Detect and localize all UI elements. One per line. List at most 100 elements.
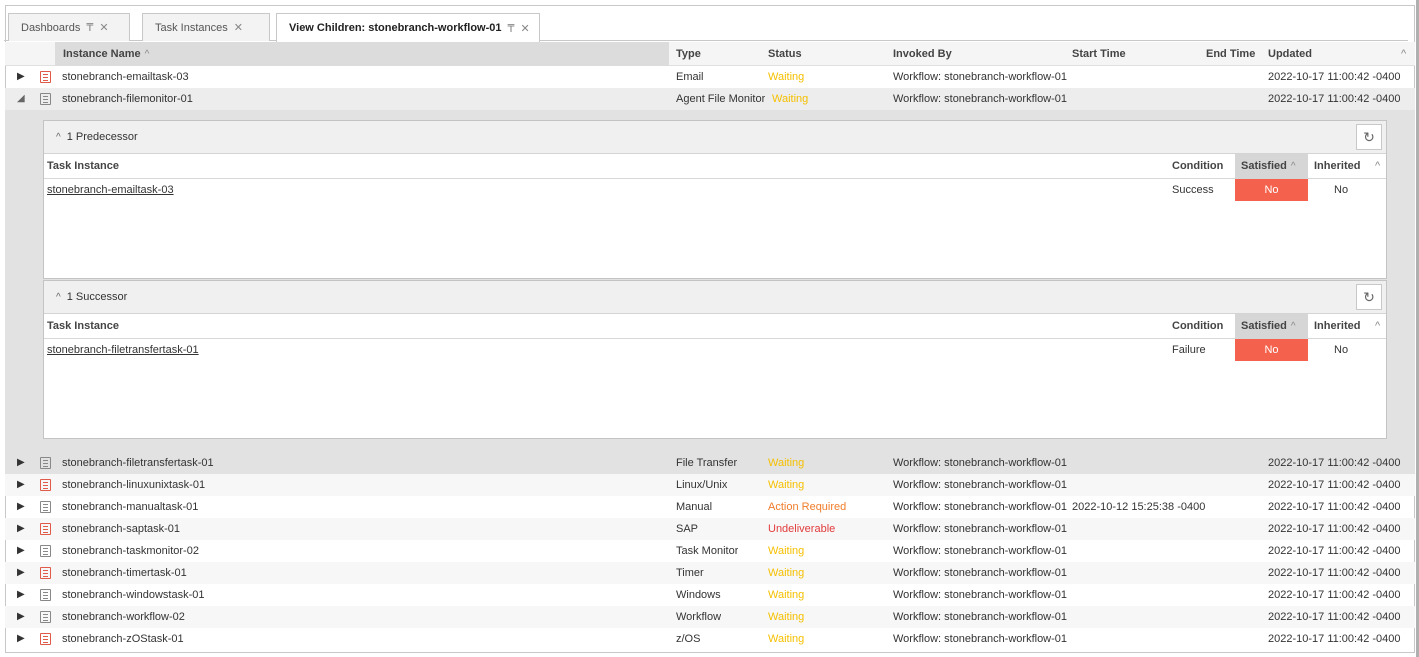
invoked-by: Workflow: stonebranch-workflow-01 bbox=[893, 589, 1068, 601]
tab-view-children[interactable]: View Children: stonebranch-workflow-01 ₸… bbox=[276, 13, 540, 44]
instance-type: SAP bbox=[676, 523, 699, 535]
pin-icon[interactable]: ₸ bbox=[508, 22, 515, 35]
column-header-inherited[interactable]: Inherited bbox=[1314, 314, 1360, 339]
triangle-right-icon[interactable]: ▶ bbox=[17, 606, 29, 628]
task-document-icon bbox=[40, 567, 51, 579]
invoked-by: Workflow: stonebranch-workflow-01 bbox=[893, 545, 1068, 557]
condition-value: Success bbox=[1172, 184, 1214, 196]
column-header-instance-name[interactable]: Instance Name ^ bbox=[55, 42, 669, 66]
updated-time: 2022-10-17 11:00:42 -0400 bbox=[1268, 523, 1401, 535]
column-header-condition[interactable]: Condition bbox=[1172, 314, 1223, 339]
triangle-right-icon[interactable]: ▶ bbox=[17, 584, 29, 606]
triangle-right-icon[interactable]: ▶ bbox=[17, 496, 29, 518]
table-row[interactable]: ▶ stonebranch-workflow-02 Workflow Waiti… bbox=[5, 606, 1415, 628]
instance-name[interactable]: stonebranch-filetransfertask-01 bbox=[62, 452, 214, 474]
caret-up-icon: ^ bbox=[144, 49, 150, 60]
successor-row[interactable]: stonebranch-filetransfertask-01 Failure … bbox=[44, 339, 1386, 361]
task-document-icon bbox=[40, 479, 51, 491]
triangle-down-icon[interactable]: ◢ bbox=[17, 88, 29, 110]
chevron-up-icon[interactable]: ^ bbox=[56, 292, 61, 303]
task-instance-link[interactable]: stonebranch-filetransfertask-01 bbox=[47, 339, 199, 361]
task-document-icon bbox=[40, 545, 51, 557]
refresh-icon[interactable]: ↻ bbox=[1356, 284, 1382, 310]
column-header-type[interactable]: Type bbox=[676, 42, 701, 66]
triangle-right-icon[interactable]: ▶ bbox=[17, 66, 29, 88]
start-time: 2022-10-12 15:25:38 -0400 bbox=[1072, 501, 1206, 513]
instance-name[interactable]: stonebranch-taskmonitor-02 bbox=[62, 540, 199, 562]
updated-time: 2022-10-17 11:00:42 -0400 bbox=[1268, 457, 1401, 469]
instance-name[interactable]: stonebranch-workflow-02 bbox=[62, 606, 185, 628]
table-row[interactable]: ▶ stonebranch-manualtask-01 Manual Actio… bbox=[5, 496, 1415, 518]
instance-type: z/OS bbox=[676, 633, 701, 645]
successor-panel-header[interactable]: ^ 1 Successor ↻ bbox=[44, 281, 1386, 314]
triangle-right-icon[interactable]: ▶ bbox=[17, 562, 29, 584]
instance-name[interactable]: stonebranch-saptask-01 bbox=[62, 518, 180, 540]
task-document-icon bbox=[40, 523, 51, 535]
instance-name[interactable]: stonebranch-linuxunixtask-01 bbox=[62, 474, 205, 496]
table-row[interactable]: ▶ stonebranch-saptask-01 SAP Undeliverab… bbox=[5, 518, 1415, 540]
instance-type: File Transfer bbox=[676, 457, 738, 469]
close-icon[interactable]: ✕ bbox=[99, 21, 108, 34]
successor-panel: ^ 1 Successor ↻ Task Instance Condition S… bbox=[43, 280, 1387, 439]
task-document-icon bbox=[40, 457, 51, 469]
column-header-updated[interactable]: Updated bbox=[1268, 42, 1312, 66]
table-row[interactable]: ▶ stonebranch-timertask-01 Timer Waiting… bbox=[5, 562, 1415, 584]
column-header-invoked-by[interactable]: Invoked By bbox=[893, 42, 952, 66]
column-header-task-instance[interactable]: Task Instance bbox=[47, 314, 119, 339]
triangle-right-icon[interactable]: ▶ bbox=[17, 474, 29, 496]
column-header-inherited[interactable]: Inherited bbox=[1314, 154, 1360, 179]
condition-value: Failure bbox=[1172, 344, 1206, 356]
predecessor-table-header: Task Instance Condition Satisfied ^ Inher… bbox=[44, 154, 1386, 179]
instance-name[interactable]: stonebranch-manualtask-01 bbox=[62, 496, 198, 518]
column-header-condition[interactable]: Condition bbox=[1172, 154, 1223, 179]
scroll-up-icon[interactable]: ^ bbox=[1401, 42, 1406, 66]
column-header-satisfied[interactable]: Satisfied ^ bbox=[1235, 154, 1308, 179]
column-header-end-time[interactable]: End Time bbox=[1206, 42, 1255, 66]
instance-name[interactable]: stonebranch-windowstask-01 bbox=[62, 584, 204, 606]
triangle-right-icon[interactable]: ▶ bbox=[17, 540, 29, 562]
scroll-up-icon[interactable]: ^ bbox=[1375, 314, 1380, 339]
satisfied-badge: No bbox=[1235, 179, 1308, 201]
instance-type: Workflow bbox=[676, 611, 722, 623]
instance-name[interactable]: stonebranch-filemonitor-01 bbox=[62, 88, 193, 110]
table-row[interactable]: ▶ stonebranch-filetransfertask-01 File T… bbox=[5, 452, 1415, 474]
refresh-icon[interactable]: ↻ bbox=[1356, 124, 1382, 150]
table-row[interactable]: ▶ stonebranch-linuxunixtask-01 Linux/Uni… bbox=[5, 474, 1415, 496]
task-document-icon bbox=[40, 611, 51, 623]
invoked-by: Workflow: stonebranch-workflow-01 bbox=[893, 611, 1068, 623]
scroll-up-icon[interactable]: ^ bbox=[1375, 154, 1380, 179]
instance-name[interactable]: stonebranch-emailtask-03 bbox=[62, 66, 189, 88]
column-header-task-instance[interactable]: Task Instance bbox=[47, 154, 119, 179]
instance-name[interactable]: stonebranch-timertask-01 bbox=[62, 562, 187, 584]
column-header-status[interactable]: Status bbox=[768, 42, 802, 66]
column-header-satisfied[interactable]: Satisfied ^ bbox=[1235, 314, 1308, 339]
column-header-start-time[interactable]: Start Time bbox=[1072, 42, 1126, 66]
table-row[interactable]: ▶ stonebranch-zOStask-01 z/OS Waiting Wo… bbox=[5, 628, 1415, 650]
task-document-icon bbox=[40, 633, 51, 645]
predecessor-row[interactable]: stonebranch-emailtask-03 Success No No bbox=[44, 179, 1386, 201]
task-document-icon bbox=[40, 501, 51, 513]
status-badge: Undeliverable bbox=[768, 523, 836, 535]
instance-name[interactable]: stonebranch-zOStask-01 bbox=[62, 628, 184, 650]
close-icon[interactable]: ✕ bbox=[521, 22, 530, 35]
tab-task-instances[interactable]: Task Instances ✕ bbox=[142, 13, 270, 41]
triangle-right-icon[interactable]: ▶ bbox=[17, 518, 29, 540]
chevron-up-icon[interactable]: ^ bbox=[56, 132, 61, 143]
status-badge: Waiting bbox=[768, 567, 805, 579]
table-row[interactable]: ▶ stonebranch-windowstask-01 Windows Wai… bbox=[5, 584, 1415, 606]
table-row[interactable]: ▶ stonebranch-emailtask-03 Email Waiting… bbox=[5, 66, 1415, 88]
triangle-right-icon[interactable]: ▶ bbox=[17, 452, 29, 474]
tab-dashboards[interactable]: Dashboards ₸ ✕ bbox=[8, 13, 130, 41]
instance-type: Timer bbox=[676, 567, 704, 579]
close-icon[interactable]: ✕ bbox=[234, 21, 243, 34]
successor-table-header: Task Instance Condition Satisfied ^ Inher… bbox=[44, 314, 1386, 339]
tab-label: View Children: stonebranch-workflow-01 bbox=[289, 22, 502, 34]
table-row[interactable]: ◢ stonebranch-filemonitor-01 Agent File … bbox=[5, 88, 1415, 110]
task-instance-link[interactable]: stonebranch-emailtask-03 bbox=[47, 179, 174, 201]
triangle-right-icon[interactable]: ▶ bbox=[17, 628, 29, 650]
predecessor-panel-header[interactable]: ^ 1 Predecessor ↻ bbox=[44, 121, 1386, 154]
table-row[interactable]: ▶ stonebranch-taskmonitor-02 Task Monito… bbox=[5, 540, 1415, 562]
instance-type: Task Monitor bbox=[676, 545, 739, 557]
status-badge: Waiting bbox=[768, 479, 805, 491]
pin-icon[interactable]: ₸ bbox=[86, 21, 93, 34]
